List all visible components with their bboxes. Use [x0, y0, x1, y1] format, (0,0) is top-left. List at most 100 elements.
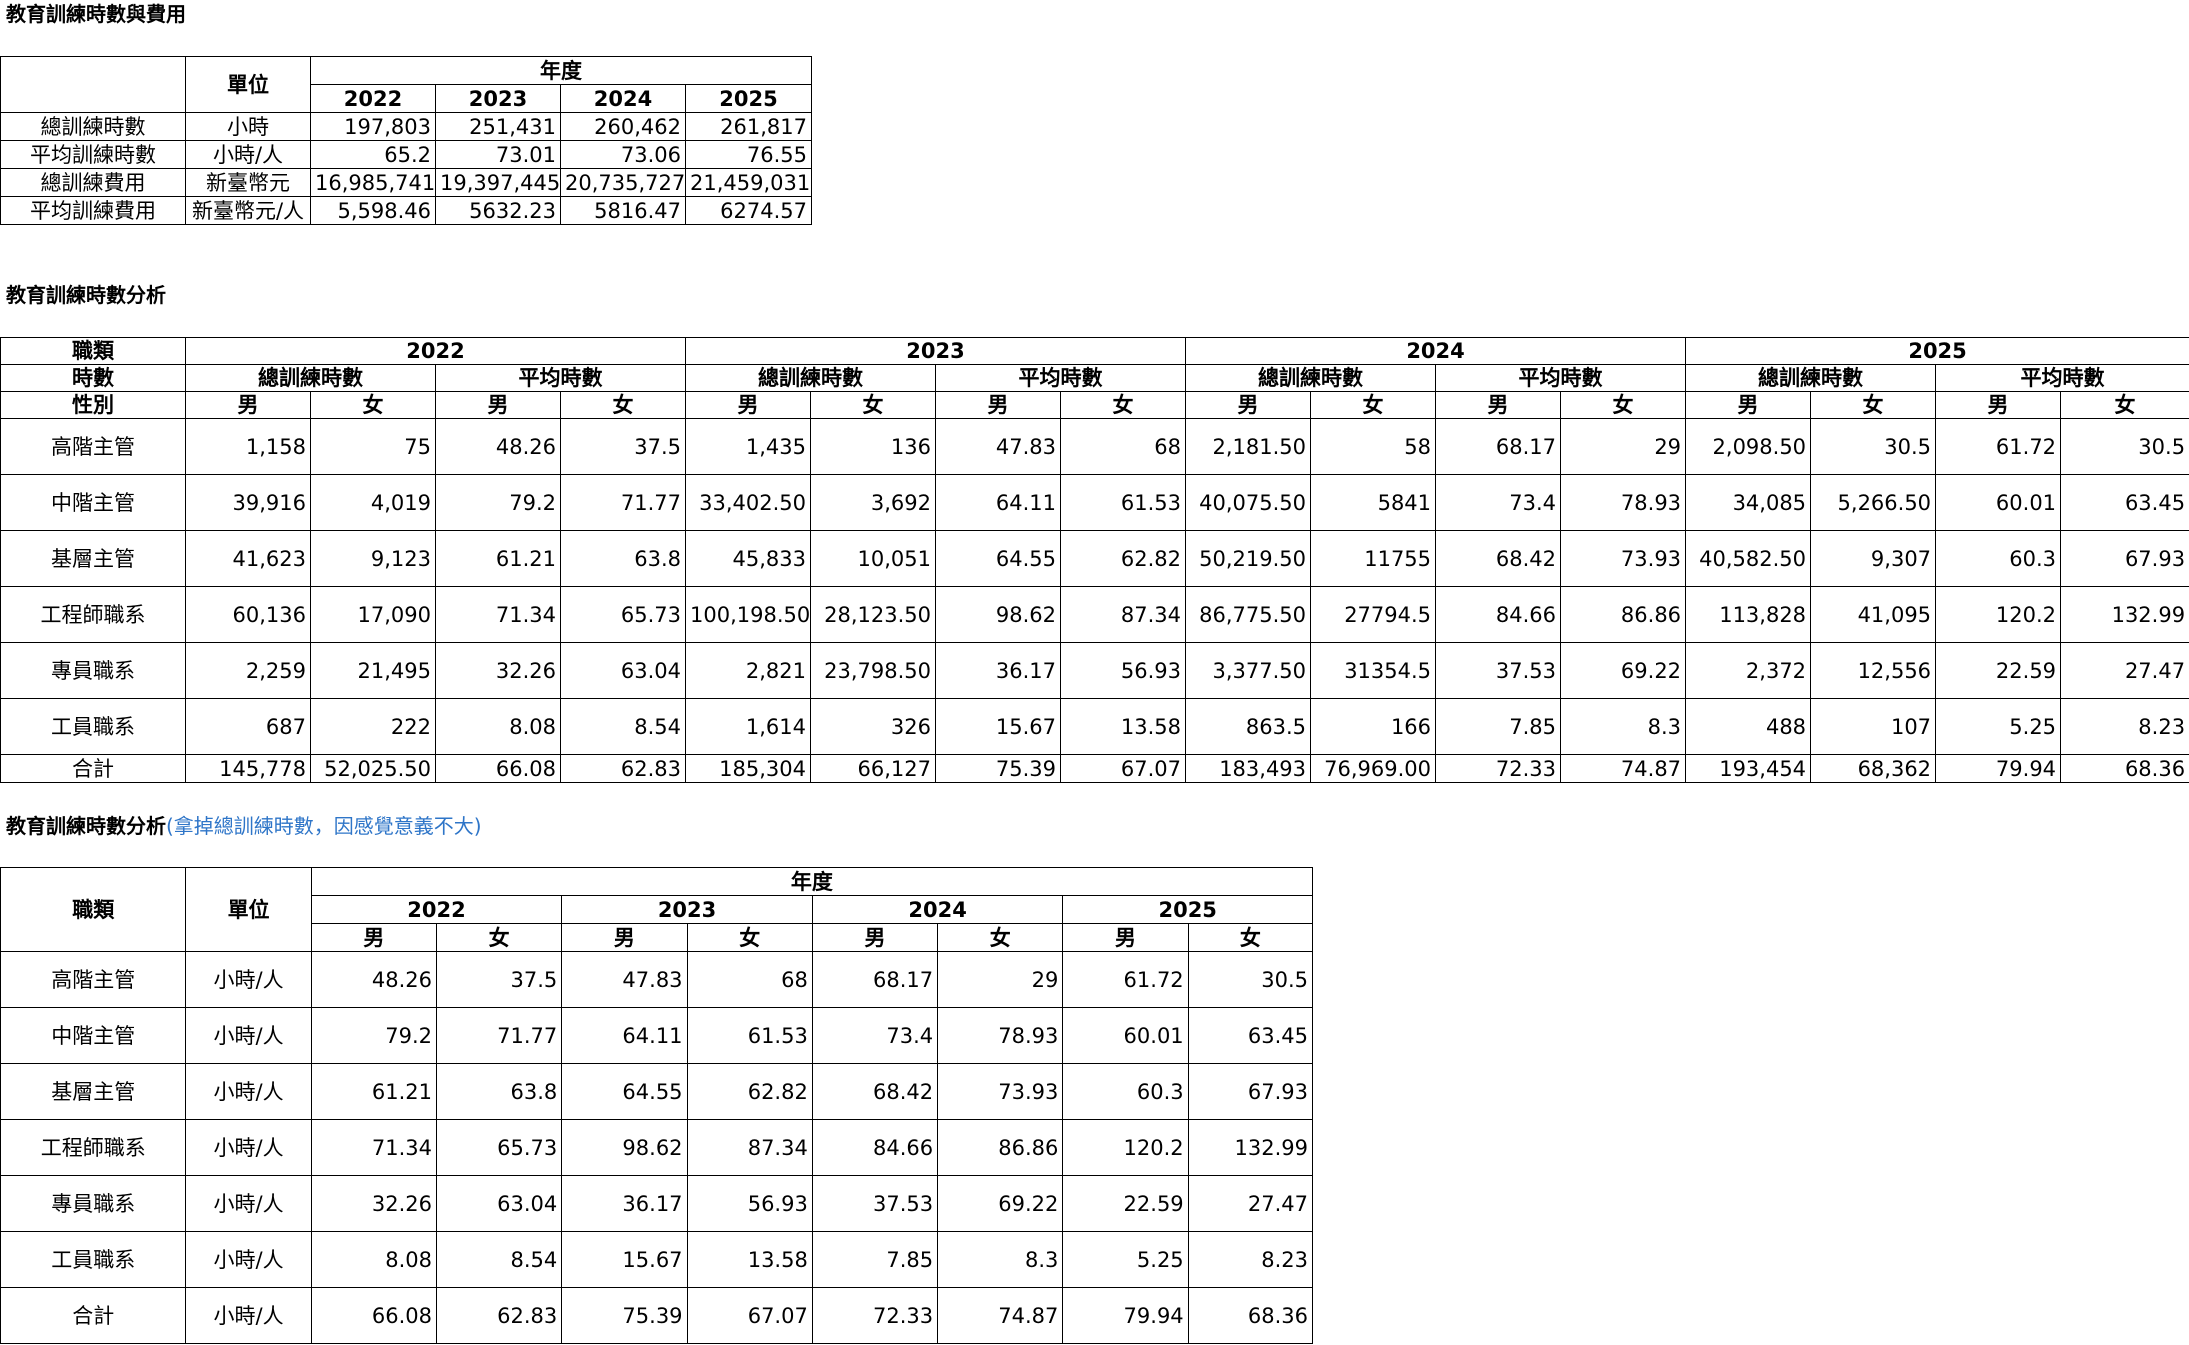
value-cell: 61.72	[1062, 951, 1189, 1008]
value-cell: 326	[810, 698, 937, 755]
unit-cell: 小時/人	[185, 1063, 312, 1120]
row-label: 工程師職系	[0, 1119, 187, 1176]
value-cell: 8.23	[1187, 1231, 1314, 1288]
value-cell: 87.34	[686, 1119, 813, 1176]
table-row: 總訓練費用 新臺幣元 16,985,741 19,397,445 20,735,727 2…	[0, 168, 812, 197]
value-cell: 28,123.50	[810, 586, 937, 643]
gender-cell: 女	[686, 923, 813, 952]
value-cell: 17,090	[310, 586, 436, 643]
year-cell: 2025	[685, 84, 812, 113]
value-cell: 1,435	[685, 418, 812, 475]
row-label: 總訓練費用	[0, 168, 186, 197]
value-cell: 36.17	[935, 642, 1062, 699]
value-cell: 40,582.50	[1685, 530, 1812, 587]
value-cell: 8.3	[1560, 698, 1687, 755]
value-cell: 41,095	[1810, 586, 1937, 643]
category-header: 職類	[0, 867, 187, 952]
table-row: 專員職系 小時/人 32.26 63.04 36.17 56.93 37.53 69.22 22…	[0, 1175, 1314, 1232]
table-row: 合計 小時/人 66.08 62.83 75.39 67.07 72.33 74.87 79.9…	[0, 1287, 1314, 1344]
value-cell: 113,828	[1685, 586, 1812, 643]
value-cell: 60.3	[1935, 530, 2062, 587]
table-row: 中階主管 小時/人 79.2 71.77 64.11 61.53 73.4 78.93 60.0…	[0, 1007, 1314, 1064]
value-cell: 62.82	[686, 1063, 813, 1120]
value-cell: 63.04	[559, 642, 687, 699]
value-cell: 100,198.50	[685, 586, 812, 643]
total-value-cell: 79.94	[1935, 754, 2062, 783]
value-cell: 10,051	[810, 530, 937, 587]
gender-cell: 女	[1060, 391, 1187, 419]
value-cell: 260,462	[560, 112, 686, 141]
value-cell: 21,459,031	[685, 168, 812, 197]
metric-cell: 平均時數	[1935, 364, 2189, 392]
value-cell: 21,495	[310, 642, 436, 699]
value-cell: 69.22	[1560, 642, 1687, 699]
value-cell: 64.11	[561, 1007, 688, 1064]
value-cell: 36.17	[561, 1175, 688, 1232]
unit-cell: 小時/人	[185, 1007, 312, 1064]
unit-cell: 小時/人	[185, 951, 312, 1008]
value-cell: 5.25	[1935, 698, 2062, 755]
value-cell: 222	[310, 698, 436, 755]
gender-cell: 女	[1310, 391, 1437, 419]
value-cell: 72.33	[811, 1287, 939, 1344]
year-cell: 2025	[1685, 337, 2189, 365]
value-cell: 2,821	[685, 642, 812, 699]
value-cell: 68.17	[1435, 418, 1562, 475]
value-cell: 63.8	[559, 530, 687, 587]
section3-title-note: (拿掉總訓練時數，因感覺意義不大)	[166, 814, 482, 838]
value-cell: 27.47	[1187, 1175, 1314, 1232]
value-cell: 73.4	[811, 1007, 939, 1064]
value-cell: 63.8	[435, 1063, 563, 1120]
unit-cell: 小時/人	[185, 1231, 312, 1288]
unit-cell: 新臺幣元	[185, 168, 311, 197]
value-cell: 47.83	[561, 951, 688, 1008]
gender-cell: 男	[435, 391, 561, 419]
value-cell: 86.86	[937, 1119, 1064, 1176]
value-cell: 1,158	[185, 418, 311, 475]
training-hours-cost-table: 單位 年度 2022 2023 2024 2025 總訓練時數 小時 197,803 251,43…	[0, 56, 812, 225]
header-row-gender: 性別男女男女男女男女男女男女男女男女	[0, 391, 2189, 419]
header-row-category: 職類 2022 2023 2024 2025	[0, 337, 2189, 365]
value-cell: 40,075.50	[1185, 474, 1312, 531]
blank-corner-cell	[0, 56, 186, 113]
row-label: 工員職系	[0, 698, 186, 755]
value-cell: 2,181.50	[1185, 418, 1312, 475]
value-cell: 27794.5	[1310, 586, 1437, 643]
value-cell: 58	[1310, 418, 1437, 475]
total-label: 合計	[0, 754, 186, 783]
hours-header: 時數	[0, 364, 186, 392]
gender-cell: 男	[811, 923, 939, 952]
total-row: 合計 145,778 52,025.50 66.08 62.83 185,304 66,12…	[0, 754, 2189, 783]
gender-cell: 女	[2060, 391, 2189, 419]
value-cell: 68	[686, 951, 813, 1008]
total-value-cell: 68.36	[2060, 754, 2189, 783]
gender-cell: 女	[435, 923, 563, 952]
year-cell: 2024	[811, 895, 1064, 924]
total-value-cell: 62.83	[559, 754, 687, 783]
value-cell: 15.67	[561, 1231, 688, 1288]
value-cell: 61.53	[1060, 474, 1187, 531]
value-cell: 67.07	[686, 1287, 813, 1344]
unit-cell: 小時/人	[185, 1287, 312, 1344]
value-cell: 73.01	[435, 140, 561, 169]
value-cell: 69.22	[937, 1175, 1064, 1232]
value-cell: 60.01	[1062, 1007, 1189, 1064]
value-cell: 8.08	[435, 698, 561, 755]
value-cell: 65.2	[310, 140, 436, 169]
value-cell: 65.73	[435, 1119, 563, 1176]
year-cell: 2025	[1062, 895, 1313, 924]
table-row: 工程師職系 60,136 17,090 71.34 65.73 100,198.50 28,…	[0, 586, 2189, 643]
value-cell: 68	[1060, 418, 1187, 475]
value-cell: 75	[310, 418, 436, 475]
year-cell: 2023	[435, 84, 561, 113]
value-cell: 41,623	[185, 530, 311, 587]
value-cell: 30.5	[1187, 951, 1314, 1008]
header-row-metric: 時數 總訓練時數 平均時數 總訓練時數 平均時數 總訓練時數 平均時數 總訓練時數 平均時數	[0, 364, 2189, 392]
value-cell: 61.21	[310, 1063, 437, 1120]
value-cell: 8.54	[559, 698, 687, 755]
gender-cell: 男	[1185, 391, 1312, 419]
row-label: 中階主管	[0, 474, 186, 531]
value-cell: 30.5	[1810, 418, 1937, 475]
table-row: 高階主管 1,158 75 48.26 37.5 1,435 136 47.83 68 2,181…	[0, 418, 2189, 475]
value-cell: 132.99	[1187, 1119, 1314, 1176]
